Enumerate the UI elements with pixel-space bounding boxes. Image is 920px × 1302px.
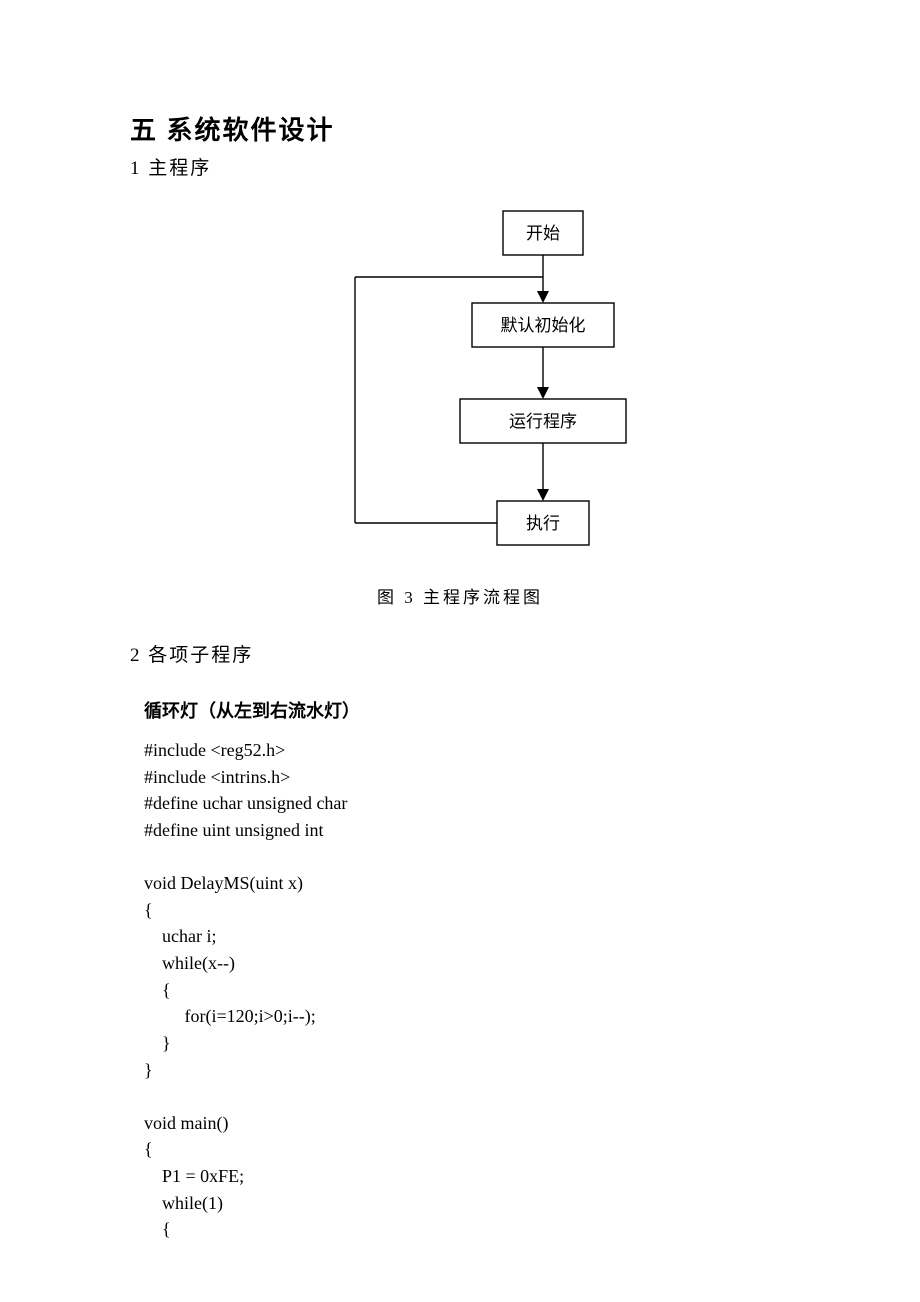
- flowchart-svg: 开始 默认初始化 运行程序 执行: [260, 205, 660, 565]
- flow-box-start: 开始: [526, 224, 560, 243]
- heading-sub-1: 1 主程序: [130, 153, 790, 180]
- flow-box-init: 默认初始化: [501, 316, 586, 335]
- heading-sub-2: 2 各项子程序: [130, 640, 790, 667]
- flowchart-container: 开始 默认初始化 运行程序 执行: [130, 205, 790, 565]
- flowchart-caption: 图 3 主程序流程图: [130, 583, 790, 608]
- flow-box-run: 运行程序: [509, 412, 577, 431]
- code-block: #include <reg52.h> #include <intrins.h> …: [130, 737, 790, 1243]
- heading-main: 五 系统软件设计: [130, 110, 790, 147]
- code-subtitle: 循环灯（从左到右流水灯）: [130, 697, 790, 723]
- flow-box-exec: 执行: [526, 514, 560, 533]
